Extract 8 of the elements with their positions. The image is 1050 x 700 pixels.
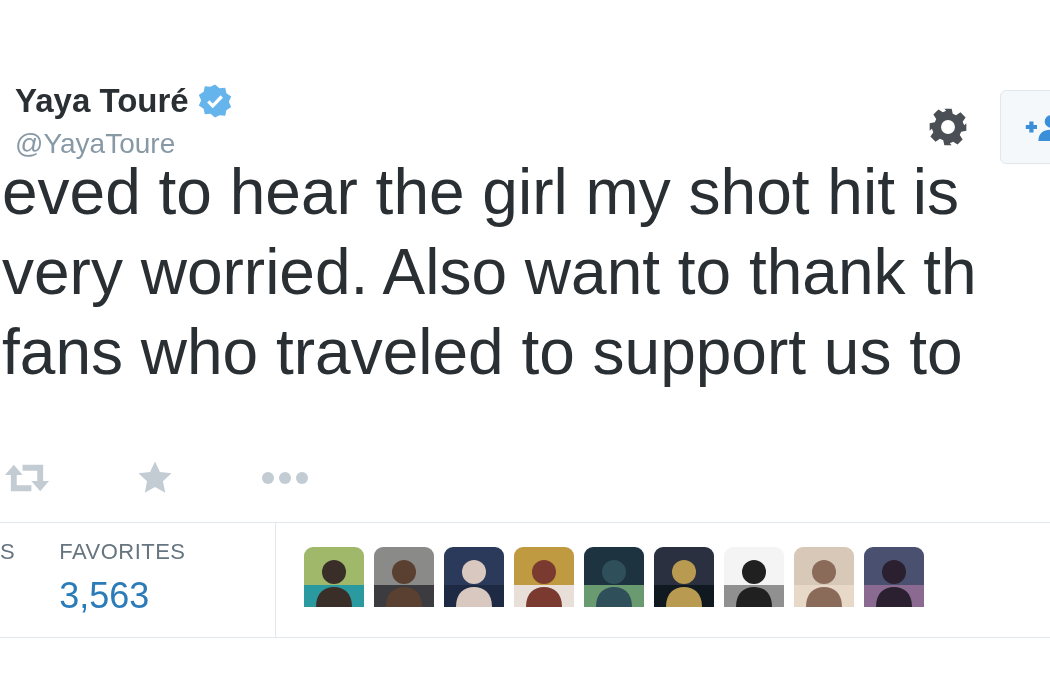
stat-count[interactable]: 3,563 <box>59 575 186 617</box>
tweet-text-line: fans who traveled to support us to <box>2 315 964 390</box>
follow-button[interactable] <box>1000 90 1050 164</box>
author-name[interactable]: Yaya Touré <box>15 82 189 120</box>
stat-label: S <box>0 539 16 565</box>
stat-label: FAVORITES <box>59 539 186 565</box>
tweet-text-line: very worried. Also want to thank th <box>2 235 978 310</box>
author-handle[interactable]: @YayaToure <box>15 128 233 160</box>
